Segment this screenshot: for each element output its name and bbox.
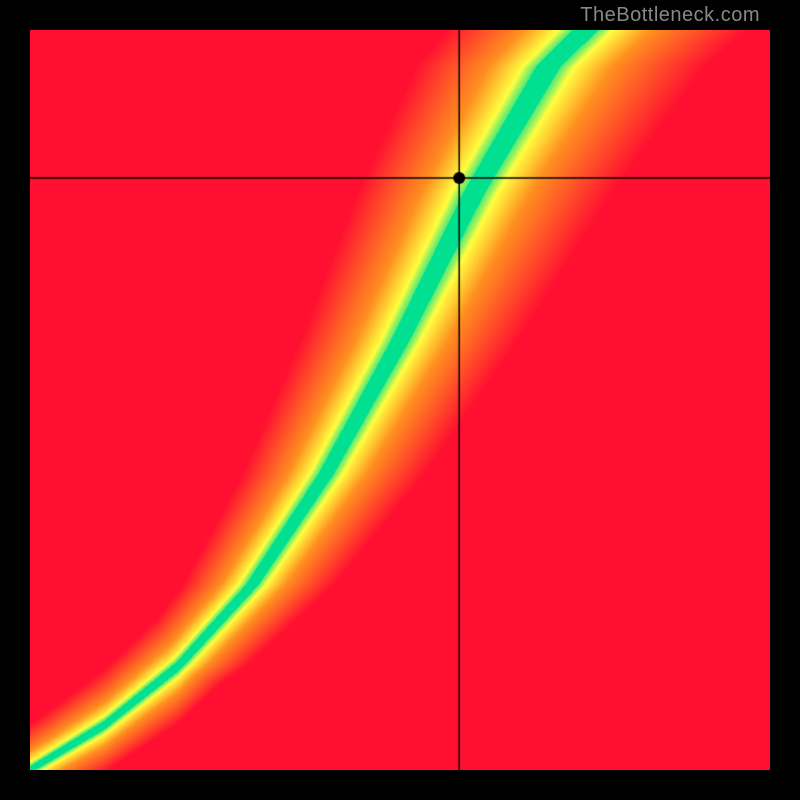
bottleneck-heatmap: TheBottleneck.com [0,0,800,800]
watermark-text: TheBottleneck.com [580,4,760,27]
heatmap-canvas [30,30,770,770]
